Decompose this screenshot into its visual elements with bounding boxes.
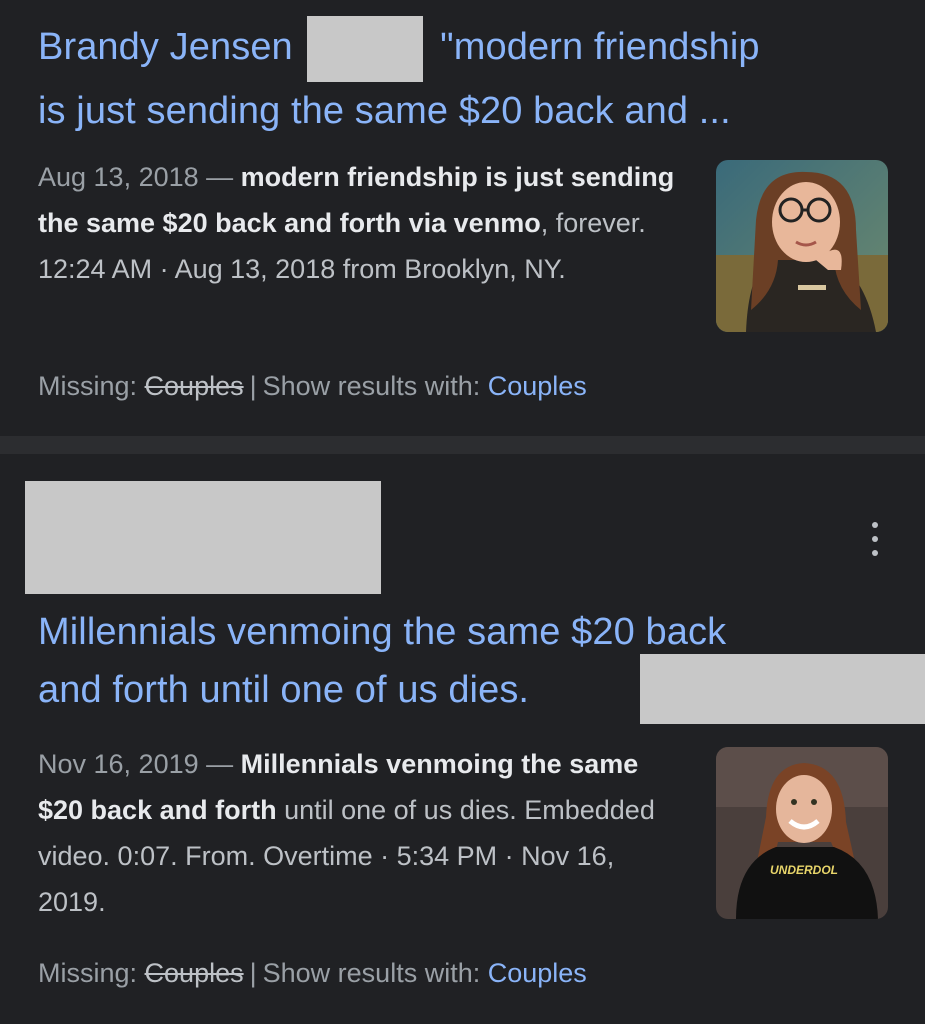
more-options-icon[interactable]: [867, 522, 883, 556]
dot: [872, 522, 878, 528]
result-date: Nov 16, 2019 —: [38, 749, 234, 779]
result-title-line-2[interactable]: and forth until one of us dies.: [38, 669, 529, 711]
show-results-label: Show results with:: [262, 958, 481, 988]
missing-term: Couples: [144, 958, 244, 988]
result-thumbnail[interactable]: UNDERDOL: [716, 747, 888, 919]
separator: |: [249, 958, 257, 988]
missing-terms-line: Missing: Couples | Show results with: Coup…: [38, 953, 587, 993]
missing-terms-line: Missing: Couples | Show results with: Coup…: [38, 366, 587, 406]
show-results-with-link[interactable]: Couples: [488, 958, 587, 988]
missing-label: Missing:: [38, 958, 138, 988]
result-title-link[interactable]: Millennials venmoing the same $20 back a…: [38, 603, 726, 719]
separator: |: [249, 371, 257, 401]
result-title-line-1[interactable]: Millennials venmoing the same $20 back: [38, 611, 726, 653]
results-divider: [0, 436, 925, 454]
dot: [872, 550, 878, 556]
result-thumbnail[interactable]: [716, 160, 888, 332]
redacted-block: [640, 654, 925, 724]
result-date: Aug 13, 2018 —: [38, 162, 234, 192]
shirt-text: UNDERDOL: [770, 863, 838, 877]
result-title-link[interactable]: Brandy Jensen "modern friendship is just…: [38, 16, 760, 140]
result-snippet: Nov 16, 2019 — Millennials venmoing the …: [38, 741, 678, 925]
search-result-1: Brandy Jensen "modern friendship is just…: [0, 0, 925, 436]
result-title-line-1[interactable]: Brandy Jensen "modern friendship: [38, 16, 760, 82]
redacted-block: [307, 16, 424, 82]
missing-term: Couples: [144, 371, 244, 401]
redacted-source-block: [25, 481, 381, 594]
woman-with-glasses-image: [716, 160, 888, 332]
result-snippet: Aug 13, 2018 — modern friendship is just…: [38, 154, 678, 292]
show-results-with-link[interactable]: Couples: [488, 371, 587, 401]
search-result-2: Millennials venmoing the same $20 back a…: [0, 454, 925, 1024]
woman-in-black-shirt-image: UNDERDOL: [716, 747, 888, 919]
missing-label: Missing:: [38, 371, 138, 401]
show-results-label: Show results with:: [262, 371, 481, 401]
result-title-line-2[interactable]: is just sending the same $20 back and ..…: [38, 90, 731, 132]
dot: [872, 536, 878, 542]
